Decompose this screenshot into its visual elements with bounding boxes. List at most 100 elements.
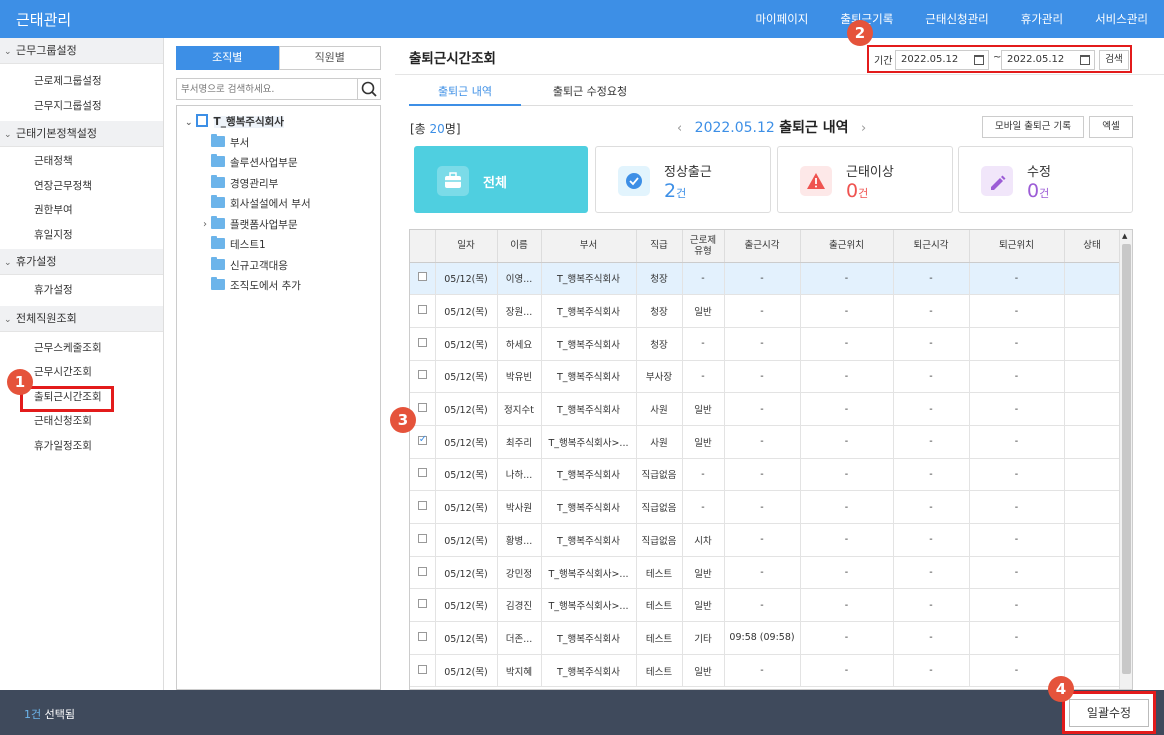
excel-button[interactable]: 엑셀 [1089,116,1133,138]
table-row[interactable]: 05/12(목) 더존... T_행복주식회사 테스트 기타 09:58 (09:58) -… [410,621,1121,655]
tree-node[interactable]: 경영관리부 [177,174,380,195]
sidebar-item-leave-setting[interactable]: 휴가설정 [0,278,163,303]
sidebar-item-worktype-group[interactable]: 근로제그룹설정 [0,69,163,94]
tree-node[interactable]: 부서 [177,133,380,154]
sidebar-section-group[interactable]: ⌄ 근무그룹설정 [0,38,163,64]
col-header[interactable]: 퇴근시각 [893,230,970,263]
chevron-right-icon[interactable]: › [861,121,866,136]
sidebar-section-leave[interactable]: ⌄ 휴가설정 [0,249,163,275]
col-header[interactable]: 출근시각 [724,230,801,263]
row-checkbox[interactable] [417,501,427,511]
table-cell: - [724,458,801,492]
col-header[interactable]: 출근위치 [800,230,894,263]
row-checkbox[interactable] [417,272,427,282]
search-button[interactable]: 검색 [1099,50,1129,70]
col-header[interactable]: 직급 [636,230,683,263]
row-checkbox[interactable] [417,533,427,543]
nav-mypage[interactable]: 마이페이지 [739,0,824,38]
table-cell: - [800,360,894,394]
tree-node[interactable]: 회사설설에서 부서 [177,194,380,215]
bulk-edit-button[interactable]: 일괄수정 [1069,699,1149,727]
table-row[interactable]: 05/12(목) 나하... T_행복주식회사 직급없음 - - - - - [410,458,1121,492]
scroll-thumb[interactable] [1122,244,1131,674]
sidebar-item-holiday[interactable]: 휴일지정 [0,223,163,248]
table-row[interactable]: 05/12(목)최주리T_행복주식회사>...사원일반---- [410,425,1121,459]
chevron-left-icon[interactable]: ‹ [677,121,682,136]
nav-service-manage[interactable]: 서비스관리 [1079,0,1164,38]
row-checkbox[interactable] [417,468,427,478]
row-checkbox[interactable] [417,434,427,445]
calendar-icon[interactable] [974,55,984,65]
col-header[interactable]: 이름 [497,230,542,263]
sidebar-item-permission[interactable]: 권한부여 [0,198,163,223]
section-label: 근태기본정책설정 [16,127,97,140]
col-header[interactable]: 근로제 유형 [682,230,725,263]
table-row[interactable]: 05/12(목) 박유빈 T_행복주식회사 부사장 - - - - - [410,360,1121,394]
table-row[interactable]: 05/12(목) 박사원 T_행복주식회사 직급없음 - - - - - [410,490,1121,524]
row-checkbox[interactable] [417,337,427,347]
row-checkbox[interactable] [417,566,427,576]
table-cell: - [969,262,1065,296]
table-row[interactable]: 05/12(목) 박지혜 T_행복주식회사 테스트 일반 - - - - [410,654,1121,688]
table-row[interactable]: 05/12(목) 장원... T_행복주식회사 청장 일반 - - - - [410,294,1121,328]
tree-node-label: 경영관리부 [230,177,279,190]
sidebar-item-overtime-policy[interactable]: 연장근무정책 [0,174,163,199]
sidebar-item-schedule[interactable]: 근무스케줄조회 [0,336,163,361]
tree-node[interactable]: 테스트1 [177,235,380,256]
vertical-scrollbar[interactable]: ▲ [1119,230,1132,689]
step-badge-4: 4 [1048,676,1074,702]
sidebar-section-policy[interactable]: ⌄ 근태기본정책설정 [0,121,163,147]
col-header[interactable]: 부서 [541,230,637,263]
row-checkbox[interactable] [417,599,427,609]
table-row[interactable]: 05/12(목) 김경진 T_행복주식회사>... 테스트 일반 - - - - [410,588,1121,623]
app-title[interactable]: 근태관리 [16,9,71,30]
card-abnormal[interactable]: 근태이상 0건 [777,146,953,213]
tree-node-label: 회사설설에서 부서 [230,198,311,210]
sidebar-item-attendance-policy[interactable]: 근태정책 [0,149,163,174]
col-header[interactable]: 일자 [435,230,498,263]
calendar-icon[interactable] [1080,55,1090,65]
tab-attendance-history[interactable]: 출퇴근 내역 [409,82,521,106]
table-row[interactable]: 05/12(목) 강민정 T_행복주식회사>... 테스트 일반 - - - - [410,556,1121,590]
tree-node[interactable]: 조직도에서 추가 [177,276,380,297]
tab-by-employee[interactable]: 직원별 [278,46,381,70]
card-normal[interactable]: 정상출근 2건 [595,146,771,213]
tree-node[interactable]: 솔루션사업부문 [177,153,380,174]
table-cell: - [969,490,1065,524]
row-checkbox[interactable] [417,403,427,413]
row-checkbox[interactable] [417,631,427,641]
table-cell: 05/12(목) [435,556,498,590]
sidebar-item-leave-schedule[interactable]: 휴가일정조회 [0,434,163,459]
table-row[interactable]: 05/12(목) 정지수t T_행복주식회사 사원 일반 - - - - [410,392,1121,426]
tab-edit-request[interactable]: 출퇴근 수정요청 [531,82,649,102]
row-checkbox[interactable] [417,370,427,380]
col-header[interactable]: 퇴근위치 [969,230,1065,263]
search-button[interactable] [358,78,381,100]
table-row[interactable]: 05/12(목) 이영... T_행복주식회사 청장 - - - - - [410,262,1121,296]
tab-by-org[interactable]: 조직별 [176,46,279,70]
tree-node[interactable]: 신규고객대응 [177,256,380,277]
table-cell: - [893,425,970,459]
scroll-up-icon[interactable]: ▲ [1122,232,1127,240]
table-row[interactable]: 05/12(목) 황병... T_행복주식회사 직급없음 시차 - - - - [410,523,1121,557]
table-cell: 05/12(목) [435,294,498,328]
nav-leave-manage[interactable]: 휴가관리 [1005,0,1079,38]
row-checkbox[interactable] [417,305,427,315]
table-row[interactable]: 05/12(목) 하세요 T_행복주식회사 청장 - - - - - [410,327,1121,361]
col-header[interactable]: 상태 [1064,230,1121,263]
card-all[interactable]: 전체 [414,146,588,213]
sidebar-item-request[interactable]: 근태신청조회 [0,409,163,434]
date-to-input[interactable]: 2022.05.12 [1001,50,1095,70]
row-checkbox[interactable] [417,664,427,674]
nav-request-manage[interactable]: 근태신청관리 [909,0,1004,38]
sidebar-item-workplace-group[interactable]: 근무지그룹설정 [0,94,163,119]
tree-root[interactable]: ⌄ T_행복주식회사 [177,112,380,133]
sidebar-section-employee[interactable]: ⌄ 전체직원조회 [0,305,163,332]
card-modified[interactable]: 수정 0건 [958,146,1133,213]
date-from-input[interactable]: 2022.05.12 [895,50,989,70]
selected-count: 1건 [24,708,42,721]
mobile-record-button[interactable]: 모바일 출퇴근 기록 [982,116,1084,138]
chevron-right-icon[interactable]: › [203,215,207,236]
dept-search-input[interactable] [176,78,358,100]
tree-node[interactable]: › 플랫폼사업부문 [177,215,380,236]
